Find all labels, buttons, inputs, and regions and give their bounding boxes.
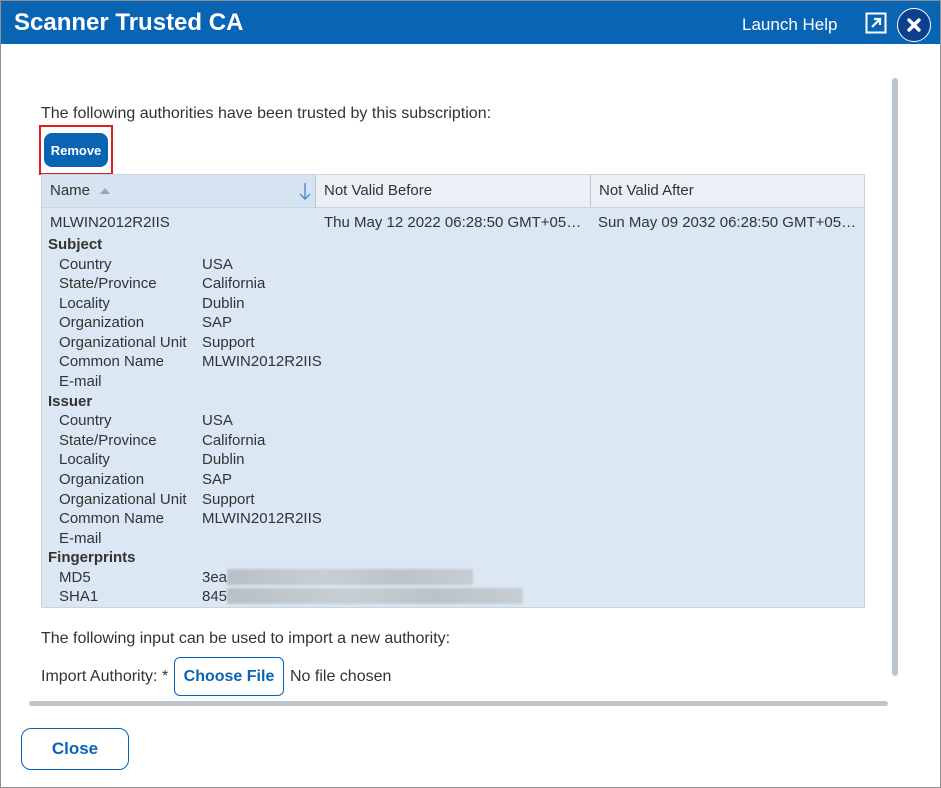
field-value-redacted: 3ea bbox=[202, 568, 474, 588]
arrow-down-icon bbox=[299, 183, 311, 200]
fingerprint-md5: MD5 3ea bbox=[48, 568, 748, 588]
field-label: Organization bbox=[59, 314, 145, 332]
issuer-org-unit: Organizational Unit Support bbox=[48, 490, 748, 510]
certificate-details: Subject Country USA State/Province Califor… bbox=[48, 235, 748, 607]
popout-icon[interactable] bbox=[865, 12, 887, 34]
trusted-authorities-intro: The following authorities have been trus… bbox=[41, 105, 492, 122]
file-status-text: No file chosen bbox=[290, 668, 392, 685]
table-header: Name Not Valid Before Not Valid After bbox=[42, 175, 864, 208]
redacted-blur bbox=[227, 588, 524, 605]
field-label: E-mail bbox=[59, 529, 102, 547]
issuer-common-name: Common Name MLWIN2012R2IIS bbox=[48, 509, 748, 529]
field-value: Dublin bbox=[202, 294, 245, 312]
horizontal-scrollbar[interactable] bbox=[29, 701, 888, 706]
column-header-not-valid-before[interactable]: Not Valid Before bbox=[316, 175, 591, 207]
field-label: Common Name bbox=[59, 510, 165, 528]
fingerprint-sha1: SHA1 845 bbox=[48, 587, 748, 607]
subject-org-unit: Organizational Unit Support bbox=[48, 333, 748, 353]
issuer-country: Country USA bbox=[48, 411, 748, 431]
import-intro: The following input can be used to impor… bbox=[41, 630, 451, 647]
close-button[interactable]: Close bbox=[21, 728, 129, 770]
dialog-titlebar: Scanner Trusted CA Launch Help bbox=[1, 1, 940, 44]
field-value: Support bbox=[202, 490, 255, 508]
field-label: MD5 bbox=[59, 568, 91, 586]
field-label: Organization bbox=[59, 470, 145, 488]
import-authority-label: Import Authority: * bbox=[41, 668, 169, 685]
subject-email: E-mail bbox=[48, 372, 748, 392]
field-label: Organizational Unit bbox=[59, 490, 187, 508]
subject-country: Country USA bbox=[48, 255, 748, 275]
field-value: California bbox=[202, 275, 266, 293]
subject-organization: Organization SAP bbox=[48, 313, 748, 333]
cell-name: MLWIN2012R2IIS bbox=[50, 214, 170, 231]
redacted-blur bbox=[227, 568, 474, 585]
field-label: Locality bbox=[59, 294, 110, 312]
issuer-email: E-mail bbox=[48, 529, 748, 549]
field-label: Locality bbox=[59, 451, 110, 469]
field-label: E-mail bbox=[59, 373, 102, 391]
fingerprint-md5-prefix: 3ea bbox=[202, 568, 228, 586]
field-value: SAP bbox=[202, 470, 233, 488]
cell-not-valid-before: Thu May 12 2022 06:28:50 GMT+0530 (India… bbox=[324, 214, 586, 231]
launch-help-link[interactable]: Launch Help bbox=[742, 15, 837, 35]
field-value: SAP bbox=[202, 314, 233, 332]
subject-locality: Locality Dublin bbox=[48, 294, 748, 314]
issuer-state: State/Province California bbox=[48, 431, 748, 451]
subject-state: State/Province California bbox=[48, 274, 748, 294]
field-label: Organizational Unit bbox=[59, 333, 187, 351]
field-value: MLWIN2012R2IIS bbox=[202, 510, 322, 528]
subject-common-name: Common Name MLWIN2012R2IIS bbox=[48, 352, 748, 372]
column-header-name-label: Name bbox=[50, 182, 91, 199]
field-value: Support bbox=[202, 333, 255, 351]
issuer-locality: Locality Dublin bbox=[48, 450, 748, 470]
field-label: Country bbox=[59, 255, 112, 273]
cell-not-valid-after: Sun May 09 2032 06:28:50 GMT+0530 (India… bbox=[598, 214, 864, 231]
issuer-organization: Organization SAP bbox=[48, 470, 748, 490]
dialog-content: The following authorities have been trus… bbox=[1, 44, 891, 698]
fingerprints-heading: Fingerprints bbox=[48, 549, 136, 567]
field-label: State/Province bbox=[59, 431, 157, 449]
fingerprint-sha1-prefix: 845 bbox=[202, 588, 228, 606]
close-icon[interactable] bbox=[897, 8, 931, 42]
field-label: Country bbox=[59, 412, 112, 430]
field-value: USA bbox=[202, 412, 233, 430]
remove-button[interactable]: Remove bbox=[44, 133, 108, 167]
field-value-redacted: 845 bbox=[202, 587, 524, 607]
vertical-scrollbar[interactable] bbox=[892, 78, 898, 676]
choose-file-button[interactable]: Choose File bbox=[174, 657, 284, 696]
authorities-table: Name Not Valid Before Not Valid After ML… bbox=[41, 174, 865, 608]
field-label: State/Province bbox=[59, 275, 157, 293]
field-value: Dublin bbox=[202, 451, 245, 469]
field-value: USA bbox=[202, 255, 233, 273]
column-header-name[interactable]: Name bbox=[42, 175, 316, 207]
remove-button-highlight: Remove bbox=[39, 125, 113, 175]
subject-heading: Subject bbox=[48, 236, 103, 253]
dialog-title: Scanner Trusted CA bbox=[14, 9, 244, 36]
field-value: California bbox=[202, 431, 266, 449]
issuer-heading: Issuer bbox=[48, 392, 93, 410]
column-header-not-valid-after[interactable]: Not Valid After bbox=[591, 175, 864, 207]
field-label: Common Name bbox=[59, 353, 165, 371]
field-label: SHA1 bbox=[59, 588, 99, 606]
scanner-trusted-ca-dialog: Scanner Trusted CA Launch Help The follo… bbox=[0, 0, 941, 788]
field-value: MLWIN2012R2IIS bbox=[202, 353, 322, 371]
sort-ascending-icon bbox=[100, 188, 111, 194]
table-row[interactable]: MLWIN2012R2IIS Thu May 12 2022 06:28:50 … bbox=[42, 207, 864, 235]
